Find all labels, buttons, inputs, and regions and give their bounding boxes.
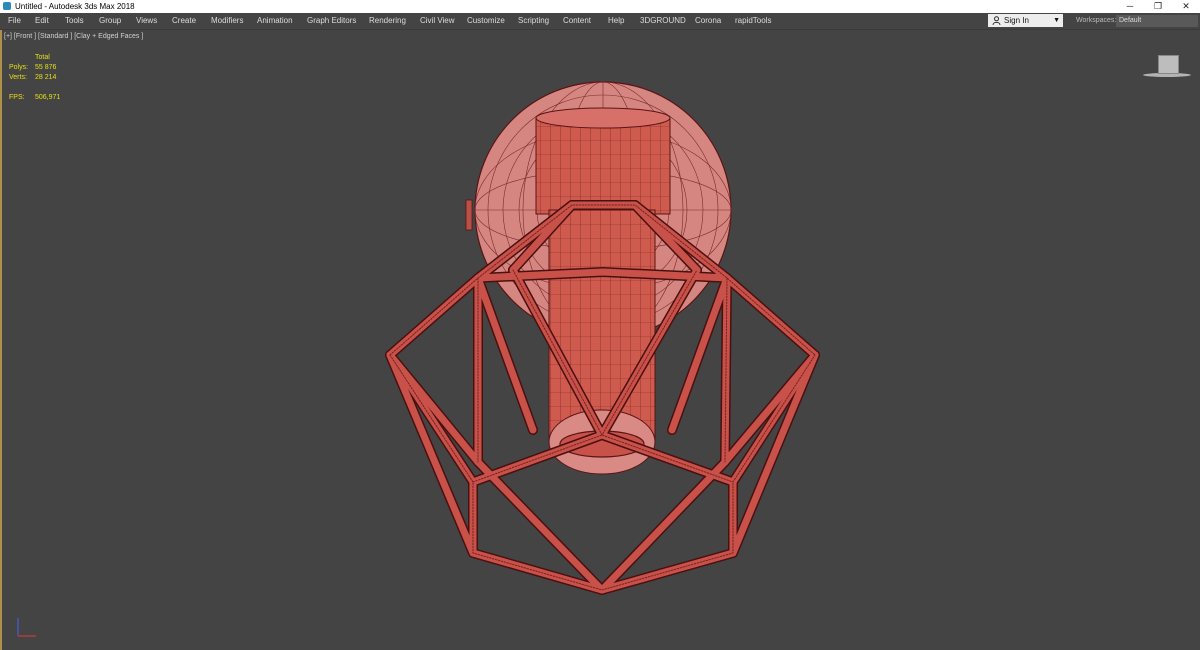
window-title: Untitled - Autodesk 3ds Max 2018	[15, 2, 135, 11]
menu-scripting[interactable]: Scripting	[518, 13, 549, 29]
lamp-model[interactable]	[380, 80, 830, 600]
fps-label: FPS:	[9, 94, 25, 101]
close-button[interactable]: ✕	[1171, 0, 1200, 13]
sign-in-dropdown[interactable]: Sign In ▼	[988, 14, 1063, 27]
menu-file[interactable]: File	[8, 13, 21, 29]
verts-label: Verts:	[9, 74, 27, 81]
menu-modifiers[interactable]: Modifiers	[211, 13, 243, 29]
stats-header: Total	[35, 54, 50, 61]
switch-knob	[465, 199, 473, 231]
user-icon	[992, 16, 1001, 25]
axis-gizmo	[17, 618, 36, 637]
maximize-button[interactable]: ❐	[1143, 0, 1173, 13]
workspaces-label: Workspaces:	[1076, 17, 1117, 24]
menu-rapidtools[interactable]: rapidTools	[735, 13, 771, 29]
menu-animation[interactable]: Animation	[257, 13, 293, 29]
minimize-button[interactable]: ─	[1115, 0, 1145, 13]
menu-views[interactable]: Views	[136, 13, 157, 29]
menu-edit[interactable]: Edit	[35, 13, 49, 29]
menu-create[interactable]: Create	[172, 13, 196, 29]
fps-value: 506,971	[35, 94, 61, 101]
viewport-label-menu[interactable]: [+] [Front ] [Standard ] [Clay + Edged F…	[4, 33, 143, 40]
menu-rendering[interactable]: Rendering	[369, 13, 406, 29]
menu-corona[interactable]: Corona	[695, 13, 721, 29]
chevron-down-icon: ▼	[1053, 17, 1060, 24]
workspace-select[interactable]: Default	[1116, 15, 1198, 27]
viewport-active-border	[0, 30, 2, 650]
menu-civil-view[interactable]: Civil View	[420, 13, 455, 29]
menu-group[interactable]: Group	[99, 13, 121, 29]
sign-in-label: Sign In	[1004, 16, 1029, 25]
verts-value: 28 214	[35, 74, 57, 81]
menu-3dground[interactable]: 3DGROUND	[640, 13, 686, 29]
menu-graph-editors[interactable]: Graph Editors	[307, 13, 356, 29]
menu-content[interactable]: Content	[563, 13, 591, 29]
lamp-upper-cylinder	[535, 107, 671, 215]
menu-tools[interactable]: Tools	[65, 13, 84, 29]
title-bar: Untitled - Autodesk 3ds Max 2018 ─ ❐ ✕	[0, 0, 1200, 13]
3ds-max-icon	[3, 2, 11, 10]
menu-customize[interactable]: Customize	[467, 13, 505, 29]
viewcube[interactable]	[1158, 55, 1179, 74]
polys-value: 55 876	[35, 64, 57, 71]
polys-label: Polys:	[9, 64, 29, 71]
menu-help[interactable]: Help	[608, 13, 624, 29]
